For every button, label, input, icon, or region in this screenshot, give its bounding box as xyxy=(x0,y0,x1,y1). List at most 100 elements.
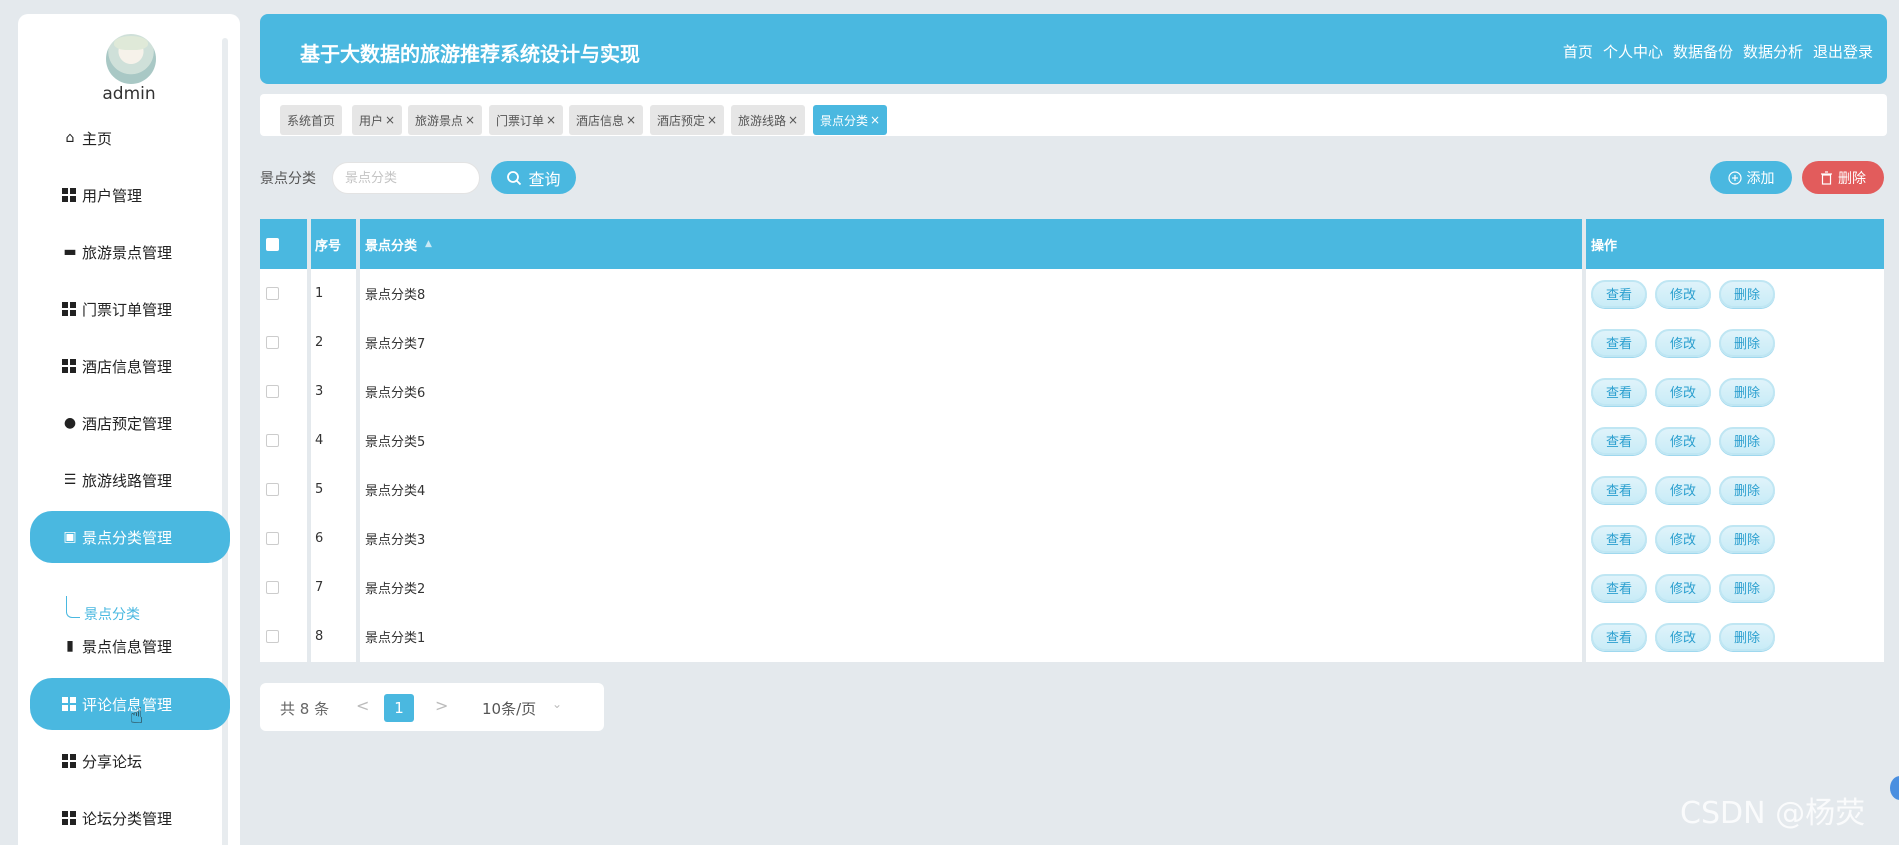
tab-hotel-booking[interactable]: 酒店预定 × xyxy=(650,105,725,135)
close-icon[interactable]: × xyxy=(465,113,475,127)
sidebar-item-label: 酒店预定管理 xyxy=(82,414,173,433)
tab-scenic-spot[interactable]: 旅游景点 × xyxy=(408,105,483,135)
sidebar-item-scenic-category[interactable]: ▣ 景点分类管理 xyxy=(30,511,230,563)
search-input[interactable] xyxy=(332,162,480,194)
row-checkbox-cell xyxy=(266,514,279,563)
app-title: 基于大数据的旅游推荐系统设计与实现 xyxy=(300,42,640,66)
delete-row-button[interactable]: 删除 xyxy=(1719,475,1775,504)
table-row: 1 景点分类8 查看 修改 删除 xyxy=(260,269,1884,318)
header-nav: 首页 个人中心 数据备份 数据分析 退出登录 xyxy=(1563,41,1873,62)
row-checkbox[interactable] xyxy=(266,287,279,300)
sidebar-item-travel-route[interactable]: ☰ 旅游线路管理 xyxy=(18,454,240,506)
sidebar-item-scenic-spot[interactable]: ▬ 旅游景点管理 xyxy=(18,226,240,278)
home-icon: ⌂ xyxy=(65,130,75,146)
query-button[interactable]: 查询 xyxy=(491,161,576,194)
edit-button[interactable]: 修改 xyxy=(1655,279,1711,308)
row-checkbox[interactable] xyxy=(266,483,279,496)
select-all-checkbox[interactable] xyxy=(266,237,279,251)
trash-icon xyxy=(1821,170,1832,185)
tab-scenic-category[interactable]: 景点分类 × xyxy=(813,105,888,135)
close-icon[interactable]: × xyxy=(707,113,717,127)
page-size-select[interactable]: 10条/页 xyxy=(482,698,536,719)
edit-button[interactable]: 修改 xyxy=(1655,475,1711,504)
row-checkbox-cell xyxy=(266,612,279,661)
add-button-label: 添加 xyxy=(1746,170,1775,187)
chevron-down-icon[interactable]: ⌄ xyxy=(552,697,562,711)
delete-row-button[interactable]: 删除 xyxy=(1719,377,1775,406)
tab-system-home[interactable]: 系统首页 xyxy=(280,105,343,135)
delete-row-button[interactable]: 删除 xyxy=(1719,426,1775,455)
row-checkbox[interactable] xyxy=(266,385,279,398)
nav-analysis-link[interactable]: 数据分析 xyxy=(1743,41,1803,62)
row-index: 7 xyxy=(315,580,324,595)
delete-row-button[interactable]: 删除 xyxy=(1719,524,1775,553)
header-checkbox-cell xyxy=(266,219,279,269)
edit-button[interactable]: 修改 xyxy=(1655,573,1711,602)
search-label: 景点分类 xyxy=(260,171,316,187)
tab-travel-route[interactable]: 旅游线路 × xyxy=(731,105,806,135)
row-category: 景点分类2 xyxy=(365,582,426,597)
view-button[interactable]: 查看 xyxy=(1591,426,1647,455)
close-icon[interactable]: × xyxy=(546,113,556,127)
edit-button[interactable]: 修改 xyxy=(1655,524,1711,553)
row-checkbox[interactable] xyxy=(266,336,279,349)
sidebar-item-scenic-info[interactable]: ▮ 景点信息管理 xyxy=(18,620,240,672)
close-icon[interactable]: × xyxy=(870,113,880,127)
row-category: 景点分类6 xyxy=(365,386,426,401)
sidebar-item-user[interactable]: 用户管理 xyxy=(18,169,240,221)
view-button[interactable]: 查看 xyxy=(1591,524,1647,553)
delete-row-button[interactable]: 删除 xyxy=(1719,573,1775,602)
sidebar-item-forum-category[interactable]: 论坛分类管理 xyxy=(18,792,240,844)
sidebar-item-hotel-booking[interactable]: ● 酒店预定管理 xyxy=(18,397,240,449)
view-button[interactable]: 查看 xyxy=(1591,377,1647,406)
tab-ticket-order[interactable]: 门票订单 × xyxy=(489,105,564,135)
delete-row-button[interactable]: 删除 xyxy=(1719,279,1775,308)
close-icon[interactable]: × xyxy=(385,113,395,127)
tab-user[interactable]: 用户 × xyxy=(352,105,403,135)
header-category[interactable]: 景点分类 ▲ xyxy=(365,219,432,269)
avatar[interactable] xyxy=(106,34,156,84)
view-button[interactable]: 查看 xyxy=(1591,573,1647,602)
sidebar-item-share-forum[interactable]: 分享论坛 xyxy=(18,735,240,787)
close-icon[interactable]: × xyxy=(626,113,636,127)
nav-logout-link[interactable]: 退出登录 xyxy=(1813,41,1873,62)
view-button[interactable]: 查看 xyxy=(1591,328,1647,357)
nav-backup-link[interactable]: 数据备份 xyxy=(1673,41,1733,62)
sidebar-item-hotel-info[interactable]: 酒店信息管理 xyxy=(18,340,240,392)
delete-row-button[interactable]: 删除 xyxy=(1719,328,1775,357)
sidebar-item-label: 旅游景点管理 xyxy=(82,243,173,262)
edit-button[interactable]: 修改 xyxy=(1655,426,1711,455)
sort-icon[interactable]: ▲ xyxy=(425,239,432,249)
username: admin xyxy=(102,84,156,104)
page-number-1[interactable]: 1 xyxy=(384,694,414,722)
sidebar-item-label: 分享论坛 xyxy=(82,752,143,771)
close-icon[interactable]: × xyxy=(788,113,798,127)
delete-row-button[interactable]: 删除 xyxy=(1719,622,1775,651)
list-icon: ☰ xyxy=(63,472,77,488)
row-checkbox[interactable] xyxy=(266,581,279,594)
row-checkbox[interactable] xyxy=(266,630,279,643)
row-actions: 查看 修改 删除 xyxy=(1591,563,1783,612)
table-row: 7 景点分类2 查看 修改 删除 xyxy=(260,563,1884,612)
view-button[interactable]: 查看 xyxy=(1591,622,1647,651)
add-button[interactable]: 添加 xyxy=(1710,161,1792,194)
sidebar-item-home[interactable]: ⌂ 主页 xyxy=(18,112,240,164)
sidebar-subitem-scenic-category[interactable]: 景点分类 xyxy=(84,604,140,624)
tab-hotel-info[interactable]: 酒店信息 × xyxy=(569,105,644,135)
edit-button[interactable]: 修改 xyxy=(1655,622,1711,651)
nav-home-link[interactable]: 首页 xyxy=(1563,41,1593,62)
sidebar-item-ticket-order[interactable]: 门票订单管理 xyxy=(18,283,240,335)
view-button[interactable]: 查看 xyxy=(1591,475,1647,504)
row-actions: 查看 修改 删除 xyxy=(1591,269,1783,318)
row-checkbox[interactable] xyxy=(266,434,279,447)
batch-delete-button[interactable]: 删除 xyxy=(1802,161,1884,194)
view-button[interactable]: 查看 xyxy=(1591,279,1647,308)
sidebar-item-label: 酒店信息管理 xyxy=(82,357,173,376)
row-checkbox[interactable] xyxy=(266,532,279,545)
edit-button[interactable]: 修改 xyxy=(1655,377,1711,406)
next-page-button[interactable]: > xyxy=(435,696,448,715)
prev-page-button[interactable]: < xyxy=(356,696,369,715)
edit-button[interactable]: 修改 xyxy=(1655,328,1711,357)
row-category: 景点分类5 xyxy=(365,435,426,450)
nav-profile-link[interactable]: 个人中心 xyxy=(1603,41,1663,62)
